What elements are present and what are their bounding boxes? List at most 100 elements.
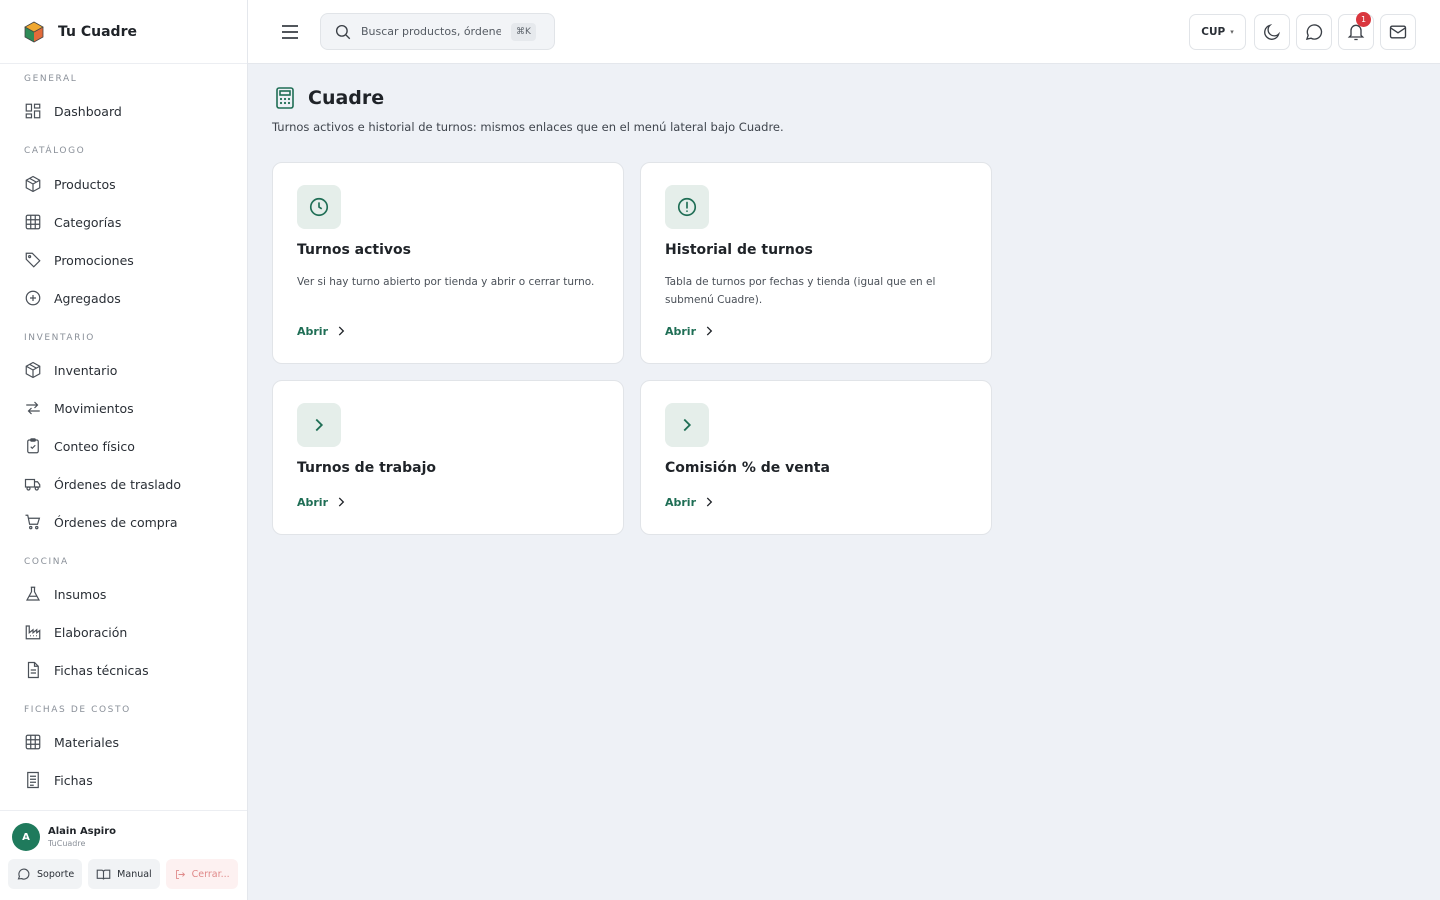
open-label: Abrir [297,495,329,509]
sidebar-item-dashboard[interactable]: Dashboard [0,94,247,128]
sidebar-item-label: Órdenes de compra [54,514,178,530]
theme-toggle-button[interactable] [1254,14,1290,50]
arrows-icon [26,401,40,415]
card-icon-box [297,403,341,447]
search-shortcut: ⌘K [511,22,536,41]
document-icon [27,771,39,789]
card-open-link[interactable]: Abrir [297,324,348,338]
sidebar-item-label: Agregados [54,290,121,306]
user-info[interactable]: A Alain Aspiro TuCuadre [12,823,116,851]
card-icon-box [665,403,709,447]
sidebar-item-movimientos[interactable]: Movimientos [0,391,247,425]
card-turnos-trabajo[interactable]: Turnos de trabajo Abrir [272,380,624,535]
logout-label: Cerrar... [191,868,230,880]
avatar: A [12,823,40,851]
chevron-down-icon: ▾ [1230,28,1234,36]
card-title: Comisión % de venta [665,460,830,476]
sidebar-item-conteo-fisico[interactable]: Conteo físico [0,429,247,463]
chevron-right-icon [315,418,324,432]
card-title: Turnos activos [297,242,411,258]
notifications-button[interactable]: 1 [1338,12,1374,50]
page-header: Cuadre [273,86,384,110]
hamburger-menu-icon[interactable] [278,20,302,44]
sidebar-item-label: Materiales [54,734,119,750]
sidebar-nav: GENERAL Dashboard CATÁLOGO Productos Cat… [0,64,247,810]
chat-button[interactable] [1296,14,1332,50]
chevron-right-icon [706,326,713,336]
currency-select[interactable]: CUP ▾ [1189,14,1246,50]
grid-icon [25,214,41,230]
chevron-right-icon [338,326,345,336]
calculator-icon [276,87,294,109]
document-icon [27,661,39,679]
sidebar-item-elaboracion[interactable]: Elaboración [0,615,247,649]
user-actions: Soporte Manual Cerrar... [8,859,238,889]
sidebar-item-label: Categorías [54,214,122,230]
sidebar-item-label: Inventario [54,362,118,378]
sidebar-item-inventario[interactable]: Inventario [0,353,247,387]
sidebar-item-label: Elaboración [54,624,128,640]
clipboard-check-icon [27,438,39,454]
sidebar-item-fichas-tecnicas[interactable]: Fichas técnicas [0,653,247,687]
sidebar-item-label: Productos [54,176,116,192]
sidebar-item-categorias[interactable]: Categorías [0,205,247,239]
section-title-cocina: COCINA [24,557,69,567]
sidebar-item-label: Conteo físico [54,438,135,454]
sidebar-item-label: Promociones [54,252,134,268]
plus-circle-icon [25,290,41,306]
sidebar-item-label: Movimientos [54,400,134,416]
sidebar-item-ordenes-traslado[interactable]: Órdenes de traslado [0,467,247,501]
card-description: Ver si hay turno abierto por tienda y ab… [297,276,595,288]
sidebar-item-productos[interactable]: Productos [0,167,247,201]
section-title-fichas-costo: FICHAS DE COSTO [24,705,131,715]
sidebar: Tu Cuadre GENERAL Dashboard CATÁLOGO Pro… [0,0,248,900]
sidebar-item-label: Órdenes de traslado [54,476,182,492]
section-title-general: GENERAL [24,74,78,84]
user-org: TuCuadre [48,839,86,848]
card-comision-venta[interactable]: Comisión % de venta Abrir [640,380,992,535]
top-header: ⌘K CUP ▾ 1 [248,0,1440,64]
chevron-right-icon [338,497,345,507]
factory-icon [25,625,41,640]
card-description: Tabla de turnos por fechas y tienda (igu… [665,276,936,306]
chevron-right-icon [683,418,692,432]
mail-icon [1389,25,1407,39]
header-actions: CUP ▾ 1 [1189,12,1416,50]
sidebar-item-label: Dashboard [54,103,122,119]
section-title-inventario: INVENTARIO [24,333,95,343]
dashboard-icon [25,103,41,119]
manual-button[interactable]: Manual [88,859,160,889]
card-open-link[interactable]: Abrir [665,324,716,338]
card-open-link[interactable]: Abrir [297,495,348,509]
sidebar-item-agregados[interactable]: Agregados [0,281,247,315]
app-name: Tu Cuadre [58,23,137,40]
search-icon [335,24,351,39]
support-button[interactable]: Soporte [8,859,83,889]
sidebar-item-ordenes-compra[interactable]: Órdenes de compra [0,505,247,539]
chat-bubble-icon [1305,24,1323,40]
sidebar-item-fichas[interactable]: Fichas [0,763,247,797]
sidebar-item-label: Fichas técnicas [54,662,149,678]
card-open-link[interactable]: Abrir [665,495,716,509]
sidebar-item-label: Fichas [54,772,93,788]
sidebar-item-materiales[interactable]: Materiales [0,725,247,759]
user-name: Alain Aspiro [48,826,117,837]
messages-button[interactable] [1380,14,1416,50]
search-box[interactable]: ⌘K [320,13,555,50]
cart-icon [25,514,41,530]
user-panel: A Alain Aspiro TuCuadre Soporte Manual C… [0,810,247,900]
logout-button[interactable]: Cerrar... [165,859,238,889]
open-label: Abrir [665,495,697,509]
box-icon [25,175,41,193]
open-label: Abrir [297,324,329,338]
search-input[interactable] [361,25,501,38]
brand[interactable]: Tu Cuadre [0,0,247,64]
section-title-catalogo: CATÁLOGO [24,146,86,156]
sidebar-item-promociones[interactable]: Promociones [0,243,247,277]
sidebar-item-label: Insumos [54,586,107,602]
support-label: Soporte [37,868,75,880]
card-turnos-activos[interactable]: Turnos activos Ver si hay turno abierto … [272,162,624,364]
card-icon-box [665,185,709,229]
card-historial-turnos[interactable]: Historial de turnos Tabla de turnos por … [640,162,992,364]
sidebar-item-insumos[interactable]: Insumos [0,577,247,611]
